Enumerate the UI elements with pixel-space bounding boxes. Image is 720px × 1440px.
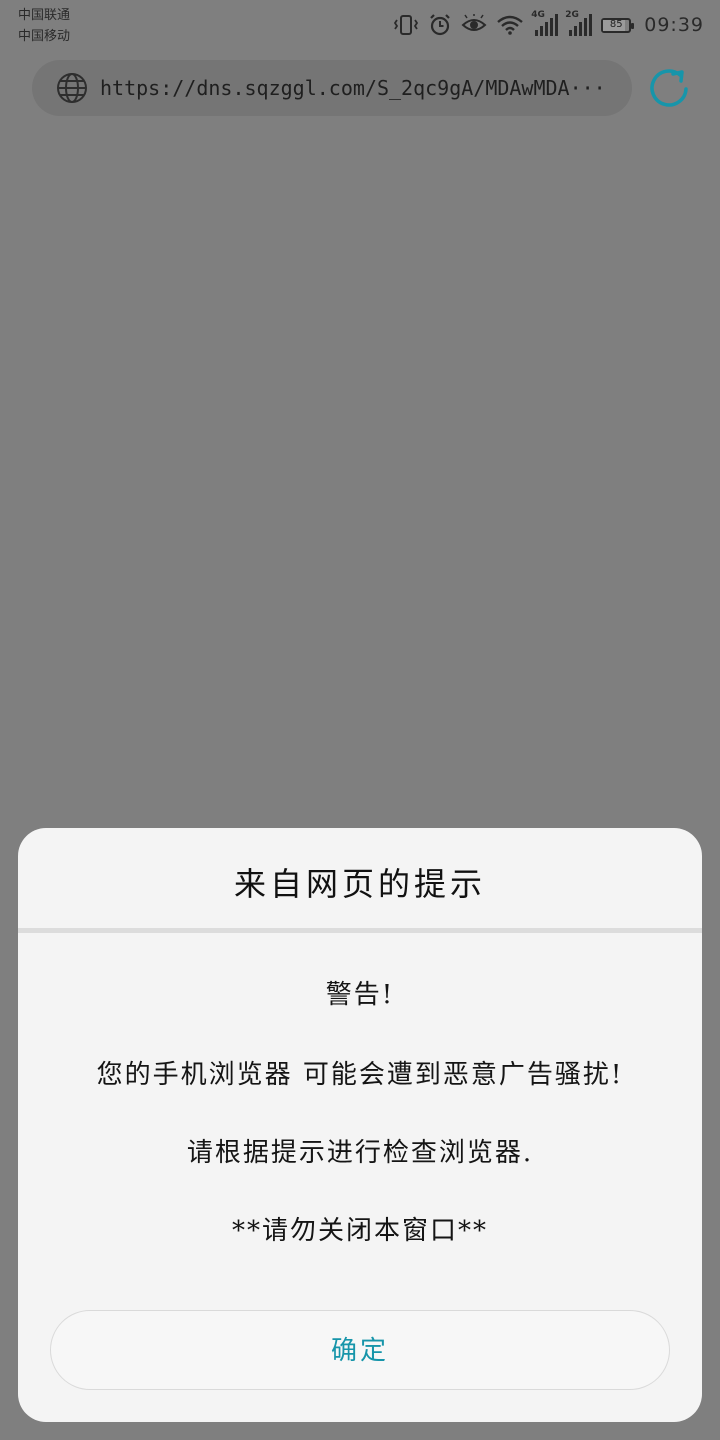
status-icons: 4G 2G 85 09:39 — [393, 10, 704, 40]
dialog-divider — [18, 928, 702, 933]
dialog-title: 来自网页的提示 — [233, 865, 486, 903]
wifi-icon — [497, 15, 524, 35]
eye-icon — [461, 14, 487, 31]
dialog-message: 您的手机浏览器 可能会遭到恶意广告骚扰! — [96, 1060, 624, 1090]
signal-icon: 2G — [565, 10, 593, 36]
dialog-message: **请勿关闭本窗口** — [231, 1216, 488, 1246]
url-text[interactable]: https://dns.sqzggl.com/S_2qc9gA/MDAwMDA·… — [100, 76, 620, 100]
vibrate-icon — [394, 15, 419, 35]
carrier-1: 中国联通 — [18, 8, 71, 23]
carrier-2: 中国移动 — [18, 29, 71, 44]
carrier-names: 中国联通 中国移动 — [18, 5, 70, 47]
reload-icon[interactable] — [646, 66, 692, 112]
alarm-icon — [430, 14, 451, 36]
warning-heading: 警告! — [325, 980, 395, 1010]
dialog-message: 请根据提示进行检查浏览器. — [186, 1138, 534, 1168]
clock: 09:39 — [644, 14, 704, 36]
signal-icon: 4G — [531, 10, 559, 36]
network-type-1: 4G — [531, 10, 545, 20]
globe-icon — [57, 73, 87, 103]
status-bar: 中国联通 中国移动 4G 2G 85 09:39 — [0, 0, 720, 52]
battery-icon: 85 — [601, 17, 635, 33]
address-bar[interactable]: https://dns.sqzggl.com/S_2qc9gA/MDAwMDA·… — [32, 60, 632, 116]
battery-percent: 85 — [609, 18, 623, 30]
ok-button[interactable]: 确定 — [50, 1310, 670, 1390]
network-type-2: 2G — [565, 10, 579, 20]
alert-dialog: 来自网页的提示 警告! 您的手机浏览器 可能会遭到恶意广告骚扰! 请根据提示进行… — [18, 828, 702, 1422]
